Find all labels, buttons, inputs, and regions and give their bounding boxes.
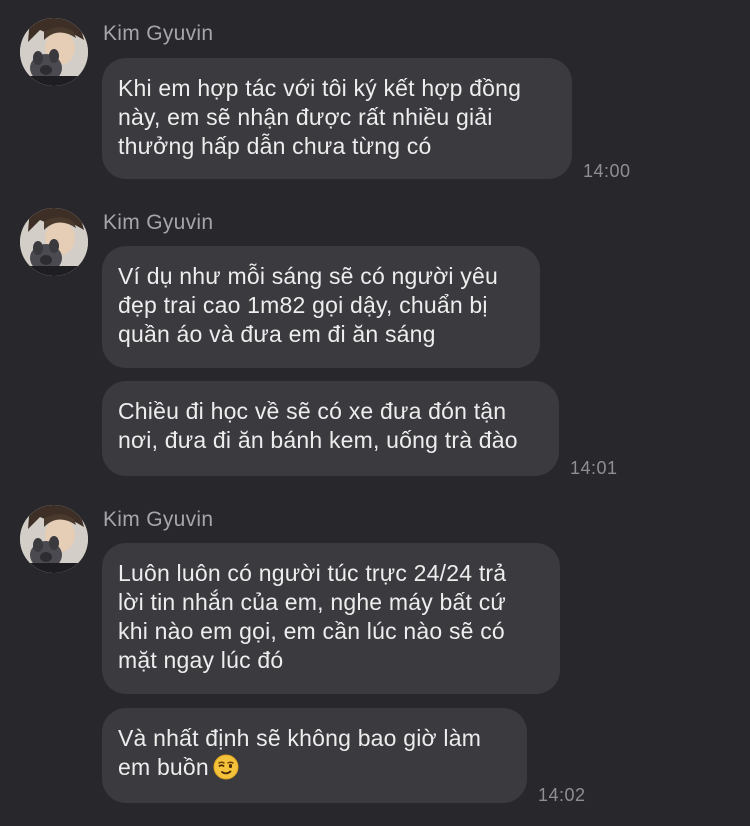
message-bubble[interactable]: Ví dụ như mỗi sáng sẽ có người yêu đẹp t… [102, 246, 540, 368]
sender-name: Kim Gyuvin [103, 22, 214, 45]
message-text-line: thưởng hấp dẫn chưa từng có [118, 133, 432, 159]
message-text-line: Khi em hợp tác với tôi ký kết hợp đồng [118, 75, 522, 101]
message-text-line: khi nào em gọi, em cần lúc nào sẽ có [118, 618, 505, 644]
winking-face-emoji-icon [213, 754, 239, 780]
message-bubble[interactable]: Khi em hợp tác với tôi ký kết hợp đồng n… [102, 58, 572, 179]
message-text-line: Luôn luôn có người túc trực 24/24 trả [118, 560, 507, 586]
message-text-line: Chiều đi học về sẽ có xe đưa đón tận [118, 398, 507, 424]
message-text-line: quần áo và đưa em đi ăn sáng [118, 321, 436, 347]
sender-avatar[interactable] [20, 208, 88, 276]
sender-avatar[interactable] [20, 505, 88, 573]
message-text-line: Và nhất định sẽ không bao giờ làm [118, 725, 482, 751]
message-bubble[interactable]: Chiều đi học về sẽ có xe đưa đón tận nơi… [102, 381, 559, 476]
message-text-line: mặt ngay lúc đó [118, 647, 284, 673]
message-text-line: đẹp trai cao 1m82 gọi dậy, chuẩn bị [118, 292, 488, 318]
sender-name: Kim Gyuvin [103, 508, 214, 531]
message-timestamp: 14:00 [583, 161, 631, 181]
message-bubble[interactable]: Luôn luôn có người túc trực 24/24 trả lờ… [102, 543, 560, 694]
message-text-line: lời tin nhắn của em, nghe máy bất cứ [118, 589, 506, 615]
message-text-line: nơi, đưa đi ăn bánh kem, uống trà đào [118, 427, 518, 453]
message-bubble[interactable]: Và nhất định sẽ không bao giờ làm em buồ… [102, 708, 527, 803]
message-timestamp: 14:01 [570, 458, 618, 478]
sender-name: Kim Gyuvin [103, 211, 214, 234]
message-text-line: này, em sẽ nhận được rất nhiều giải [118, 104, 493, 130]
message-timestamp: 14:02 [538, 785, 586, 805]
sender-avatar[interactable] [20, 18, 88, 86]
message-text-line: Ví dụ như mỗi sáng sẽ có người yêu [118, 263, 498, 289]
message-text-line: em buồn [118, 753, 511, 782]
message-text: em buồn [118, 754, 209, 780]
